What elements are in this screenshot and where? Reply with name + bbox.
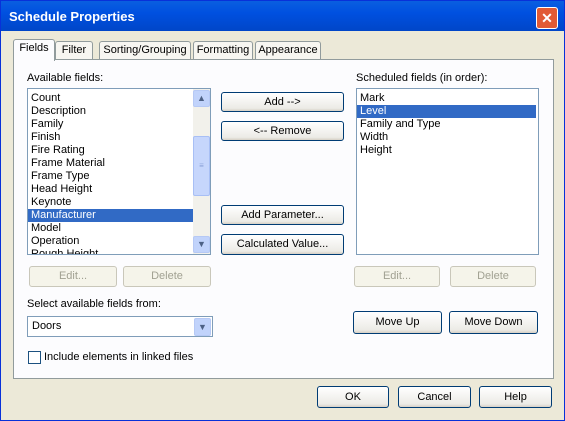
scheduled-fields-list[interactable]: Mark Level Family and Type Width Height [356, 88, 539, 255]
available-field-item[interactable]: Model [28, 222, 193, 235]
available-field-item[interactable]: Head Height [28, 183, 193, 196]
available-field-item[interactable]: Keynote [28, 196, 193, 209]
available-field-item[interactable]: Family [28, 118, 193, 131]
move-down-button[interactable]: Move Down [449, 311, 538, 334]
available-field-item[interactable]: Rough Height [28, 248, 193, 254]
schedule-properties-dialog: Schedule Properties ✕ Fields Filter Sort… [0, 0, 565, 421]
available-fields-scrollbar[interactable]: ▲ ≡ ▼ [193, 89, 210, 254]
source-label: Select available fields from: [27, 298, 161, 310]
ok-button[interactable]: OK [317, 386, 389, 408]
move-up-button[interactable]: Move Up [353, 311, 442, 334]
available-delete-button[interactable]: Delete [123, 266, 211, 287]
cancel-button[interactable]: Cancel [398, 386, 471, 408]
scheduled-fields-label: Scheduled fields (in order): [356, 72, 488, 84]
available-field-item[interactable]: Manufacturer [28, 209, 193, 222]
dialog-title: Schedule Properties [9, 9, 135, 24]
source-dropdown[interactable]: Doors ▼ [27, 316, 213, 337]
available-field-item[interactable]: Operation [28, 235, 193, 248]
scheduled-edit-button[interactable]: Edit... [354, 266, 440, 287]
available-field-item[interactable]: Frame Type [28, 170, 193, 183]
scheduled-field-item[interactable]: Family and Type [357, 118, 536, 131]
close-icon[interactable]: ✕ [536, 7, 558, 29]
fields-panel: Available fields: Count Description Family… [13, 59, 554, 379]
scroll-down-icon[interactable]: ▼ [193, 236, 210, 253]
title-bar[interactable]: Schedule Properties ✕ [1, 1, 564, 31]
calculated-value-button[interactable]: Calculated Value... [221, 234, 344, 255]
linked-files-checkbox[interactable] [28, 351, 41, 364]
available-field-item[interactable]: Count [28, 92, 193, 105]
tab-formatting[interactable]: Formatting [193, 41, 253, 60]
available-fields-list[interactable]: Count Description Family Finish Fire Rating F… [27, 88, 211, 255]
chevron-down-icon[interactable]: ▼ [194, 318, 211, 336]
available-fields-label: Available fields: [27, 72, 104, 84]
linked-files-label: Include elements in linked files [44, 351, 194, 363]
scheduled-field-item[interactable]: Mark [357, 92, 536, 105]
scheduled-delete-button[interactable]: Delete [450, 266, 536, 287]
available-field-item[interactable]: Frame Material [28, 157, 193, 170]
tab-fields[interactable]: Fields [13, 39, 55, 61]
scroll-thumb[interactable]: ≡ [193, 136, 210, 196]
scheduled-field-item[interactable]: Level [357, 105, 536, 118]
remove-button[interactable]: <-- Remove [221, 121, 344, 141]
tab-filter[interactable]: Filter [55, 41, 93, 60]
available-field-item[interactable]: Finish [28, 131, 193, 144]
tab-appearance[interactable]: Appearance [255, 41, 321, 60]
tab-sorting-grouping[interactable]: Sorting/Grouping [99, 41, 191, 60]
available-edit-button[interactable]: Edit... [29, 266, 117, 287]
available-field-item[interactable]: Description [28, 105, 193, 118]
scheduled-field-item[interactable]: Width [357, 131, 536, 144]
help-button[interactable]: Help [479, 386, 552, 408]
available-field-item[interactable]: Fire Rating [28, 144, 193, 157]
source-value: Doors [32, 320, 62, 332]
scheduled-field-item[interactable]: Height [357, 144, 536, 157]
add-parameter-button[interactable]: Add Parameter... [221, 205, 344, 225]
add-button[interactable]: Add --> [221, 92, 344, 112]
scroll-up-icon[interactable]: ▲ [193, 90, 210, 107]
